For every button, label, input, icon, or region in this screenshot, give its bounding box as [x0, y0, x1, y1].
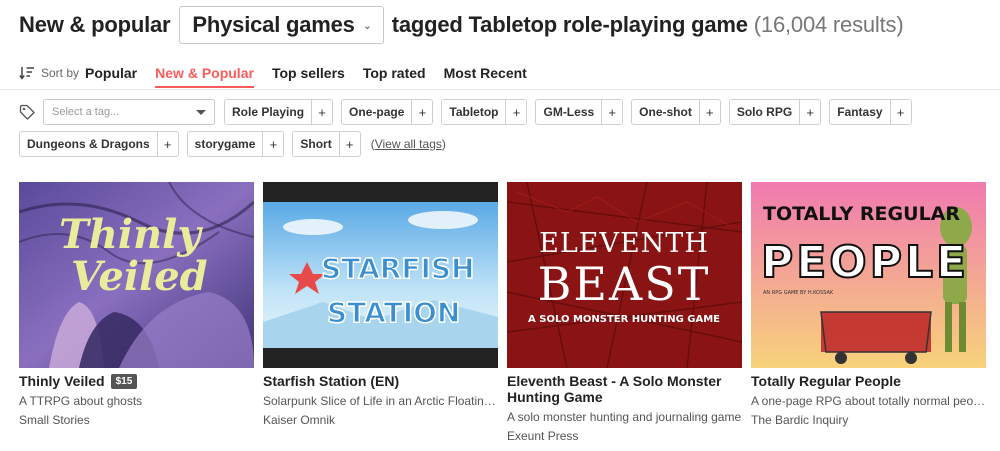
view-all-tags-link[interactable]: (View all tags)	[371, 137, 446, 151]
cover-text: ELEVENTH	[539, 228, 709, 259]
cover-text: Veiled	[71, 253, 208, 300]
category-dropdown-value: Physical games	[192, 12, 355, 37]
tag-label[interactable]: GM-Less	[536, 100, 601, 124]
page-header: New & popular Physical games ⌄ tagged Ta…	[19, 6, 904, 44]
game-card: STARFISH STATION Starfish Station (EN) S…	[263, 182, 498, 443]
tag-label[interactable]: Short	[293, 132, 338, 156]
add-tag-button[interactable]: +	[505, 100, 526, 124]
tag-label[interactable]: One-page	[342, 100, 411, 124]
divider	[0, 89, 1000, 90]
game-cover-starfish-station[interactable]: STARFISH STATION	[263, 182, 498, 368]
cover-text: TOTALLY REGULAR	[763, 203, 960, 225]
tag-one-page[interactable]: One-page +	[341, 99, 434, 125]
tag-filter-bar: Select a tag... Role Playing + One-page …	[19, 99, 989, 163]
add-tag-button[interactable]: +	[799, 100, 820, 124]
tab-top-sellers[interactable]: Top sellers	[272, 58, 345, 88]
cover-text: Thinly	[59, 211, 203, 258]
tab-most-recent[interactable]: Most Recent	[444, 58, 527, 88]
tag-icon	[19, 104, 35, 120]
tag-select-placeholder: Select a tag...	[52, 106, 120, 118]
game-author[interactable]: The Bardic Inquiry	[751, 413, 986, 427]
tag-dungeons-dragons[interactable]: Dungeons & Dragons +	[19, 131, 179, 157]
tag-short[interactable]: Short +	[292, 131, 361, 157]
cover-text: AN RPG GAME BY H.KOSSAK	[763, 290, 834, 296]
add-tag-button[interactable]: +	[411, 100, 432, 124]
tab-new-popular[interactable]: New & Popular	[155, 58, 254, 88]
tag-fantasy[interactable]: Fantasy +	[829, 99, 912, 125]
tagged-label: tagged Tabletop role-playing game	[391, 12, 748, 37]
game-description: Solarpunk Slice of Life in an Arctic Flo…	[263, 394, 498, 408]
cover-text: STATION	[327, 296, 460, 329]
tag-storygame[interactable]: storygame +	[186, 131, 285, 157]
tag-role-playing[interactable]: Role Playing +	[224, 99, 334, 125]
tag-select-input[interactable]: Select a tag...	[43, 99, 215, 125]
sort-by-label: Sort by	[41, 66, 80, 80]
game-card: ELEVENTH BEAST A SOLO MONSTER HUNTING GA…	[507, 182, 742, 443]
tag-label[interactable]: Dungeons & Dragons	[20, 132, 157, 156]
tag-one-shot[interactable]: One-shot +	[631, 99, 721, 125]
results-count: (16,004 results)	[753, 12, 904, 37]
category-dropdown[interactable]: Physical games ⌄	[179, 6, 384, 44]
tag-label[interactable]: One-shot	[632, 100, 699, 124]
cover-text: BEAST	[538, 257, 711, 311]
add-tag-button[interactable]: +	[338, 132, 360, 156]
add-tag-button[interactable]: +	[601, 100, 622, 124]
game-cover-thinly-veiled[interactable]: Thinly Veiled	[19, 182, 254, 368]
tag-label[interactable]: Role Playing	[225, 100, 311, 124]
game-title[interactable]: Thinly Veiled	[19, 373, 105, 389]
game-description: A one-page RPG about totally normal peop…	[751, 394, 986, 408]
game-author[interactable]: Kaiser Omnik	[263, 413, 498, 427]
tag-label[interactable]: Solo RPG	[730, 100, 799, 124]
sort-bar: Sort by Popular New & Popular Top seller…	[19, 58, 527, 88]
sort-popular[interactable]: Popular	[85, 65, 137, 81]
add-tag-button[interactable]: +	[156, 132, 178, 156]
tag-gm-less[interactable]: GM-Less +	[535, 99, 624, 125]
tag-label[interactable]: Fantasy	[830, 100, 889, 124]
game-description: A TTRPG about ghosts	[19, 394, 143, 408]
game-cover-totally-regular-people[interactable]: TOTALLY REGULAR PEOPLE AN RPG GAME BY H.…	[751, 182, 986, 368]
game-grid: Thinly Veiled Thinly Veiled $15 A TTRPG …	[19, 182, 989, 443]
game-title[interactable]: Totally Regular People	[751, 373, 901, 389]
cover-text: A SOLO MONSTER HUNTING GAME	[528, 314, 720, 325]
game-title[interactable]: Starfish Station (EN)	[263, 373, 399, 389]
price-badge: $15	[110, 373, 138, 389]
page-title: New & popular	[19, 12, 171, 37]
tag-label[interactable]: storygame	[188, 132, 263, 156]
chevron-down-icon: ⌄	[362, 19, 372, 32]
tab-top-rated[interactable]: Top rated	[363, 58, 426, 88]
game-cover-eleventh-beast[interactable]: ELEVENTH BEAST A SOLO MONSTER HUNTING GA…	[507, 182, 742, 368]
game-author[interactable]: Exeunt Press	[507, 429, 742, 443]
tag-label[interactable]: Tabletop	[442, 100, 505, 124]
game-card: TOTALLY REGULAR PEOPLE AN RPG GAME BY H.…	[751, 182, 986, 443]
cover-text: PEOPLE	[761, 237, 969, 288]
game-title[interactable]: Eleventh Beast - A Solo Monster Hunting …	[507, 373, 742, 405]
view-all-tags-text[interactable]: View all tags	[375, 137, 442, 151]
game-author[interactable]: Small Stories	[19, 413, 254, 427]
game-card: Thinly Veiled Thinly Veiled $15 A TTRPG …	[19, 182, 254, 443]
add-tag-button[interactable]: +	[698, 100, 720, 124]
dropdown-arrow-icon	[196, 109, 206, 115]
add-tag-button[interactable]: +	[311, 100, 332, 124]
tag-tabletop[interactable]: Tabletop +	[441, 99, 528, 125]
sort-icon	[19, 67, 34, 80]
add-tag-button[interactable]: +	[262, 132, 283, 156]
cover-text: STARFISH	[321, 252, 474, 285]
game-description: A solo monster hunting and journaling ga…	[507, 410, 742, 424]
add-tag-button[interactable]: +	[889, 100, 911, 124]
tag-solo-rpg[interactable]: Solo RPG +	[728, 99, 822, 125]
